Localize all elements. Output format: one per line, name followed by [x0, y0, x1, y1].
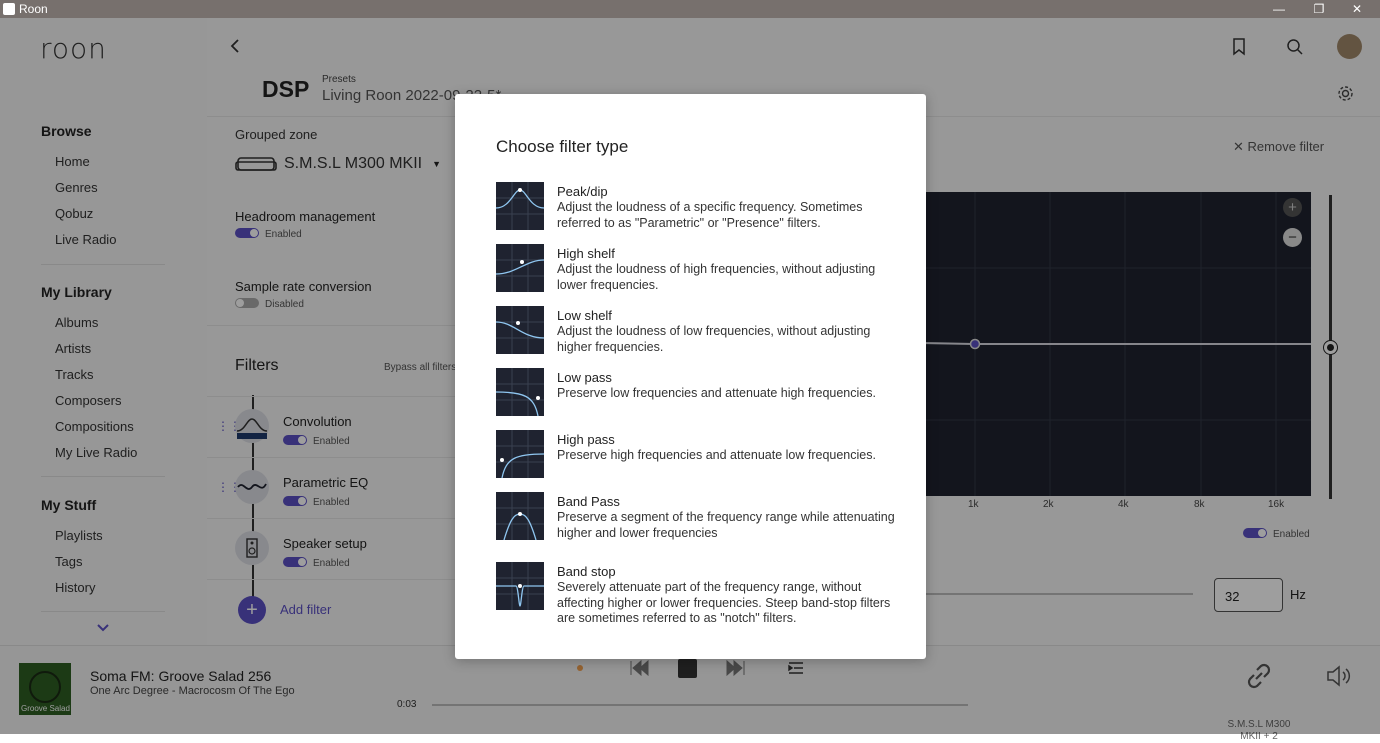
option-name: Band Pass	[557, 494, 620, 509]
option-name: Band stop	[557, 564, 616, 579]
option-name: Peak/dip	[557, 184, 608, 199]
roon-app-icon	[3, 3, 15, 15]
filter-option-band-stop[interactable]: Band stop Severely attenuate part of the…	[496, 562, 896, 626]
low-pass-icon	[495, 368, 544, 417]
option-description: Severely attenuate part of the frequency…	[557, 580, 891, 625]
low-shelf-icon	[495, 306, 545, 354]
filter-option-low-pass[interactable]: Low pass Preserve low frequencies and at…	[495, 368, 896, 424]
option-name: Low pass	[557, 370, 612, 385]
high-shelf-icon	[495, 244, 545, 292]
band-stop-icon	[496, 562, 544, 610]
filter-option-peak-dip[interactable]: Peak/dip Adjust the loudness of a specif…	[495, 182, 896, 238]
option-name: High shelf	[557, 246, 615, 261]
option-description: Adjust the loudness of high frequencies,…	[557, 262, 876, 292]
option-description: Adjust the loudness of low frequencies, …	[557, 324, 871, 354]
option-description: Adjust the loudness of a specific freque…	[557, 200, 863, 230]
peak-dip-icon	[495, 182, 545, 230]
filter-option-band-pass[interactable]: Band Pass Preserve a segment of the freq…	[496, 492, 896, 548]
window-titlebar: Roon — ❐ ✕	[0, 0, 1380, 18]
option-description: Preserve high frequencies and attenuate …	[557, 448, 876, 462]
high-pass-icon	[496, 430, 545, 479]
band-pass-icon	[496, 492, 544, 541]
filter-option-low-shelf[interactable]: Low shelf Adjust the loudness of low fre…	[495, 306, 896, 362]
filter-option-high-shelf[interactable]: High shelf Adjust the loudness of high f…	[495, 244, 896, 300]
option-name: Low shelf	[557, 308, 612, 323]
choose-filter-type-dialog: Choose filter type Peak/dip Adjust the l…	[455, 94, 926, 659]
dialog-title: Choose filter type	[496, 137, 629, 156]
filter-option-high-pass[interactable]: High pass Preserve high frequencies and …	[496, 430, 896, 486]
option-name: High pass	[557, 432, 615, 447]
window-title: Roon	[19, 2, 48, 16]
close-window-button[interactable]: ✕	[1334, 0, 1380, 18]
option-description: Preserve a segment of the frequency rang…	[557, 510, 895, 540]
option-description: Preserve low frequencies and attenuate h…	[557, 386, 876, 400]
